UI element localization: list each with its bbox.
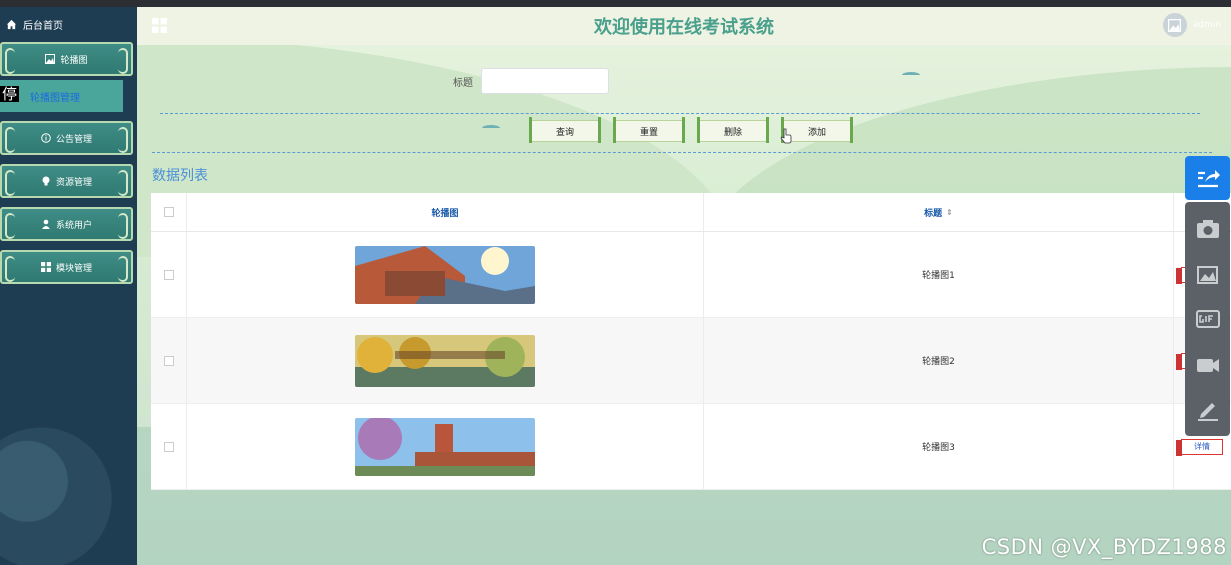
username: admin — [1192, 20, 1221, 30]
main-content: 欢迎使用在线考试系统 admin 标题 查询 重置 删除 添加 数据列表 轮播图… — [137, 7, 1231, 565]
share-button[interactable] — [1185, 156, 1230, 200]
row-checkbox[interactable] — [163, 269, 174, 280]
user-icon — [41, 219, 50, 229]
image-cell — [187, 232, 704, 317]
sidebar-item-users[interactable]: 系统用户 — [0, 207, 133, 241]
hand-cursor-icon — [780, 128, 792, 144]
row-checkbox[interactable] — [163, 441, 174, 452]
bulb-icon — [42, 176, 50, 186]
list-title: 数据列表 — [152, 168, 208, 184]
sidebar: 后台首页 轮播图 停 轮播图管理 公告管理 资源管理 系统用户 模块管理 — [0, 7, 137, 565]
search-form: 标题 — [453, 68, 609, 94]
carousel-image — [355, 417, 535, 476]
data-table: 轮播图 标题⇕ 操作 轮播图1 详情 轮播图2 详情 — [151, 193, 1231, 490]
select-all-cell — [151, 193, 187, 231]
sidebar-item-label: 资源管理 — [55, 177, 92, 188]
action-buttons: 查询 重置 删除 添加 — [529, 117, 853, 143]
table-row: 轮播图2 详情 — [151, 318, 1231, 404]
table-header: 轮播图 标题⇕ 操作 — [151, 193, 1231, 232]
sort-icon[interactable]: ⇕ — [946, 208, 953, 217]
sidebar-subitem-carousel-manage[interactable]: 停 轮播图管理 — [0, 80, 123, 112]
capture-toolbar — [1185, 202, 1230, 436]
bird-decoration — [482, 125, 500, 131]
row-select-cell — [151, 404, 187, 489]
overlay-text: 停 — [0, 85, 20, 103]
camera-icon[interactable] — [1195, 216, 1221, 242]
sidebar-item-notice[interactable]: 公告管理 — [0, 121, 133, 155]
grid-icon — [40, 262, 51, 272]
share-icon — [1197, 170, 1220, 188]
sidebar-item-label: 轮播图 — [60, 55, 88, 66]
image-cell — [187, 318, 704, 403]
row-checkbox[interactable] — [163, 355, 174, 366]
sidebar-item-resource[interactable]: 资源管理 — [0, 164, 133, 198]
table-row: 轮播图3 详情 — [151, 404, 1231, 490]
row-select-cell — [151, 318, 187, 403]
search-label: 标题 — [453, 77, 473, 89]
carousel-image — [355, 334, 535, 387]
detail-button[interactable]: 详情 — [1176, 438, 1223, 456]
title-cell: 轮播图2 — [704, 318, 1174, 403]
image-capture-icon[interactable] — [1195, 261, 1221, 287]
sidebar-item-label: 系统用户 — [55, 220, 92, 231]
info-circle-icon — [41, 133, 51, 143]
divider — [152, 152, 1212, 153]
video-icon[interactable] — [1195, 351, 1221, 377]
column-header-title[interactable]: 标题 ⇕ — [704, 193, 1174, 231]
title-cell: 轮播图3 — [704, 404, 1174, 489]
home-icon — [6, 19, 17, 30]
sidebar-item-modules[interactable]: 模块管理 — [0, 250, 133, 284]
bird-decoration — [902, 72, 920, 78]
column-header-title-label: 标题 — [924, 208, 943, 219]
reset-button[interactable]: 重置 — [613, 117, 685, 143]
watermark: CSDN @VX_BYDZ1988 — [981, 535, 1227, 559]
query-button[interactable]: 查询 — [529, 117, 601, 143]
window-top-strip — [0, 0, 1231, 7]
column-header-image: 轮播图 — [187, 193, 704, 231]
pen-icon[interactable] — [1195, 396, 1221, 422]
select-all-checkbox[interactable] — [163, 207, 174, 217]
page-title: 欢迎使用在线考试系统 — [594, 17, 774, 38]
carousel-image — [355, 245, 535, 304]
sidebar-subitem-label: 轮播图管理 — [30, 92, 80, 104]
title-search-input[interactable] — [481, 68, 609, 94]
row-select-cell — [151, 232, 187, 317]
avatar-image-icon — [1168, 18, 1182, 32]
sidebar-home[interactable]: 后台首页 — [0, 7, 137, 42]
top-header: 欢迎使用在线考试系统 admin — [137, 7, 1231, 45]
sidebar-home-label: 后台首页 — [23, 21, 63, 32]
image-icon — [45, 54, 56, 64]
sidebar-item-label: 模块管理 — [55, 263, 92, 274]
image-cell — [187, 404, 704, 489]
gif-icon[interactable] — [1195, 306, 1221, 332]
avatar — [1162, 13, 1187, 37]
sidebar-item-label: 公告管理 — [55, 134, 92, 145]
divider — [160, 113, 1200, 114]
sidebar-item-carousel[interactable]: 轮播图 — [0, 42, 133, 76]
table-row: 轮播图1 详情 — [151, 232, 1231, 318]
delete-button[interactable]: 删除 — [697, 117, 769, 143]
user-menu[interactable]: admin — [1162, 13, 1221, 37]
title-cell: 轮播图1 — [704, 232, 1174, 317]
add-button[interactable]: 添加 — [781, 117, 853, 143]
